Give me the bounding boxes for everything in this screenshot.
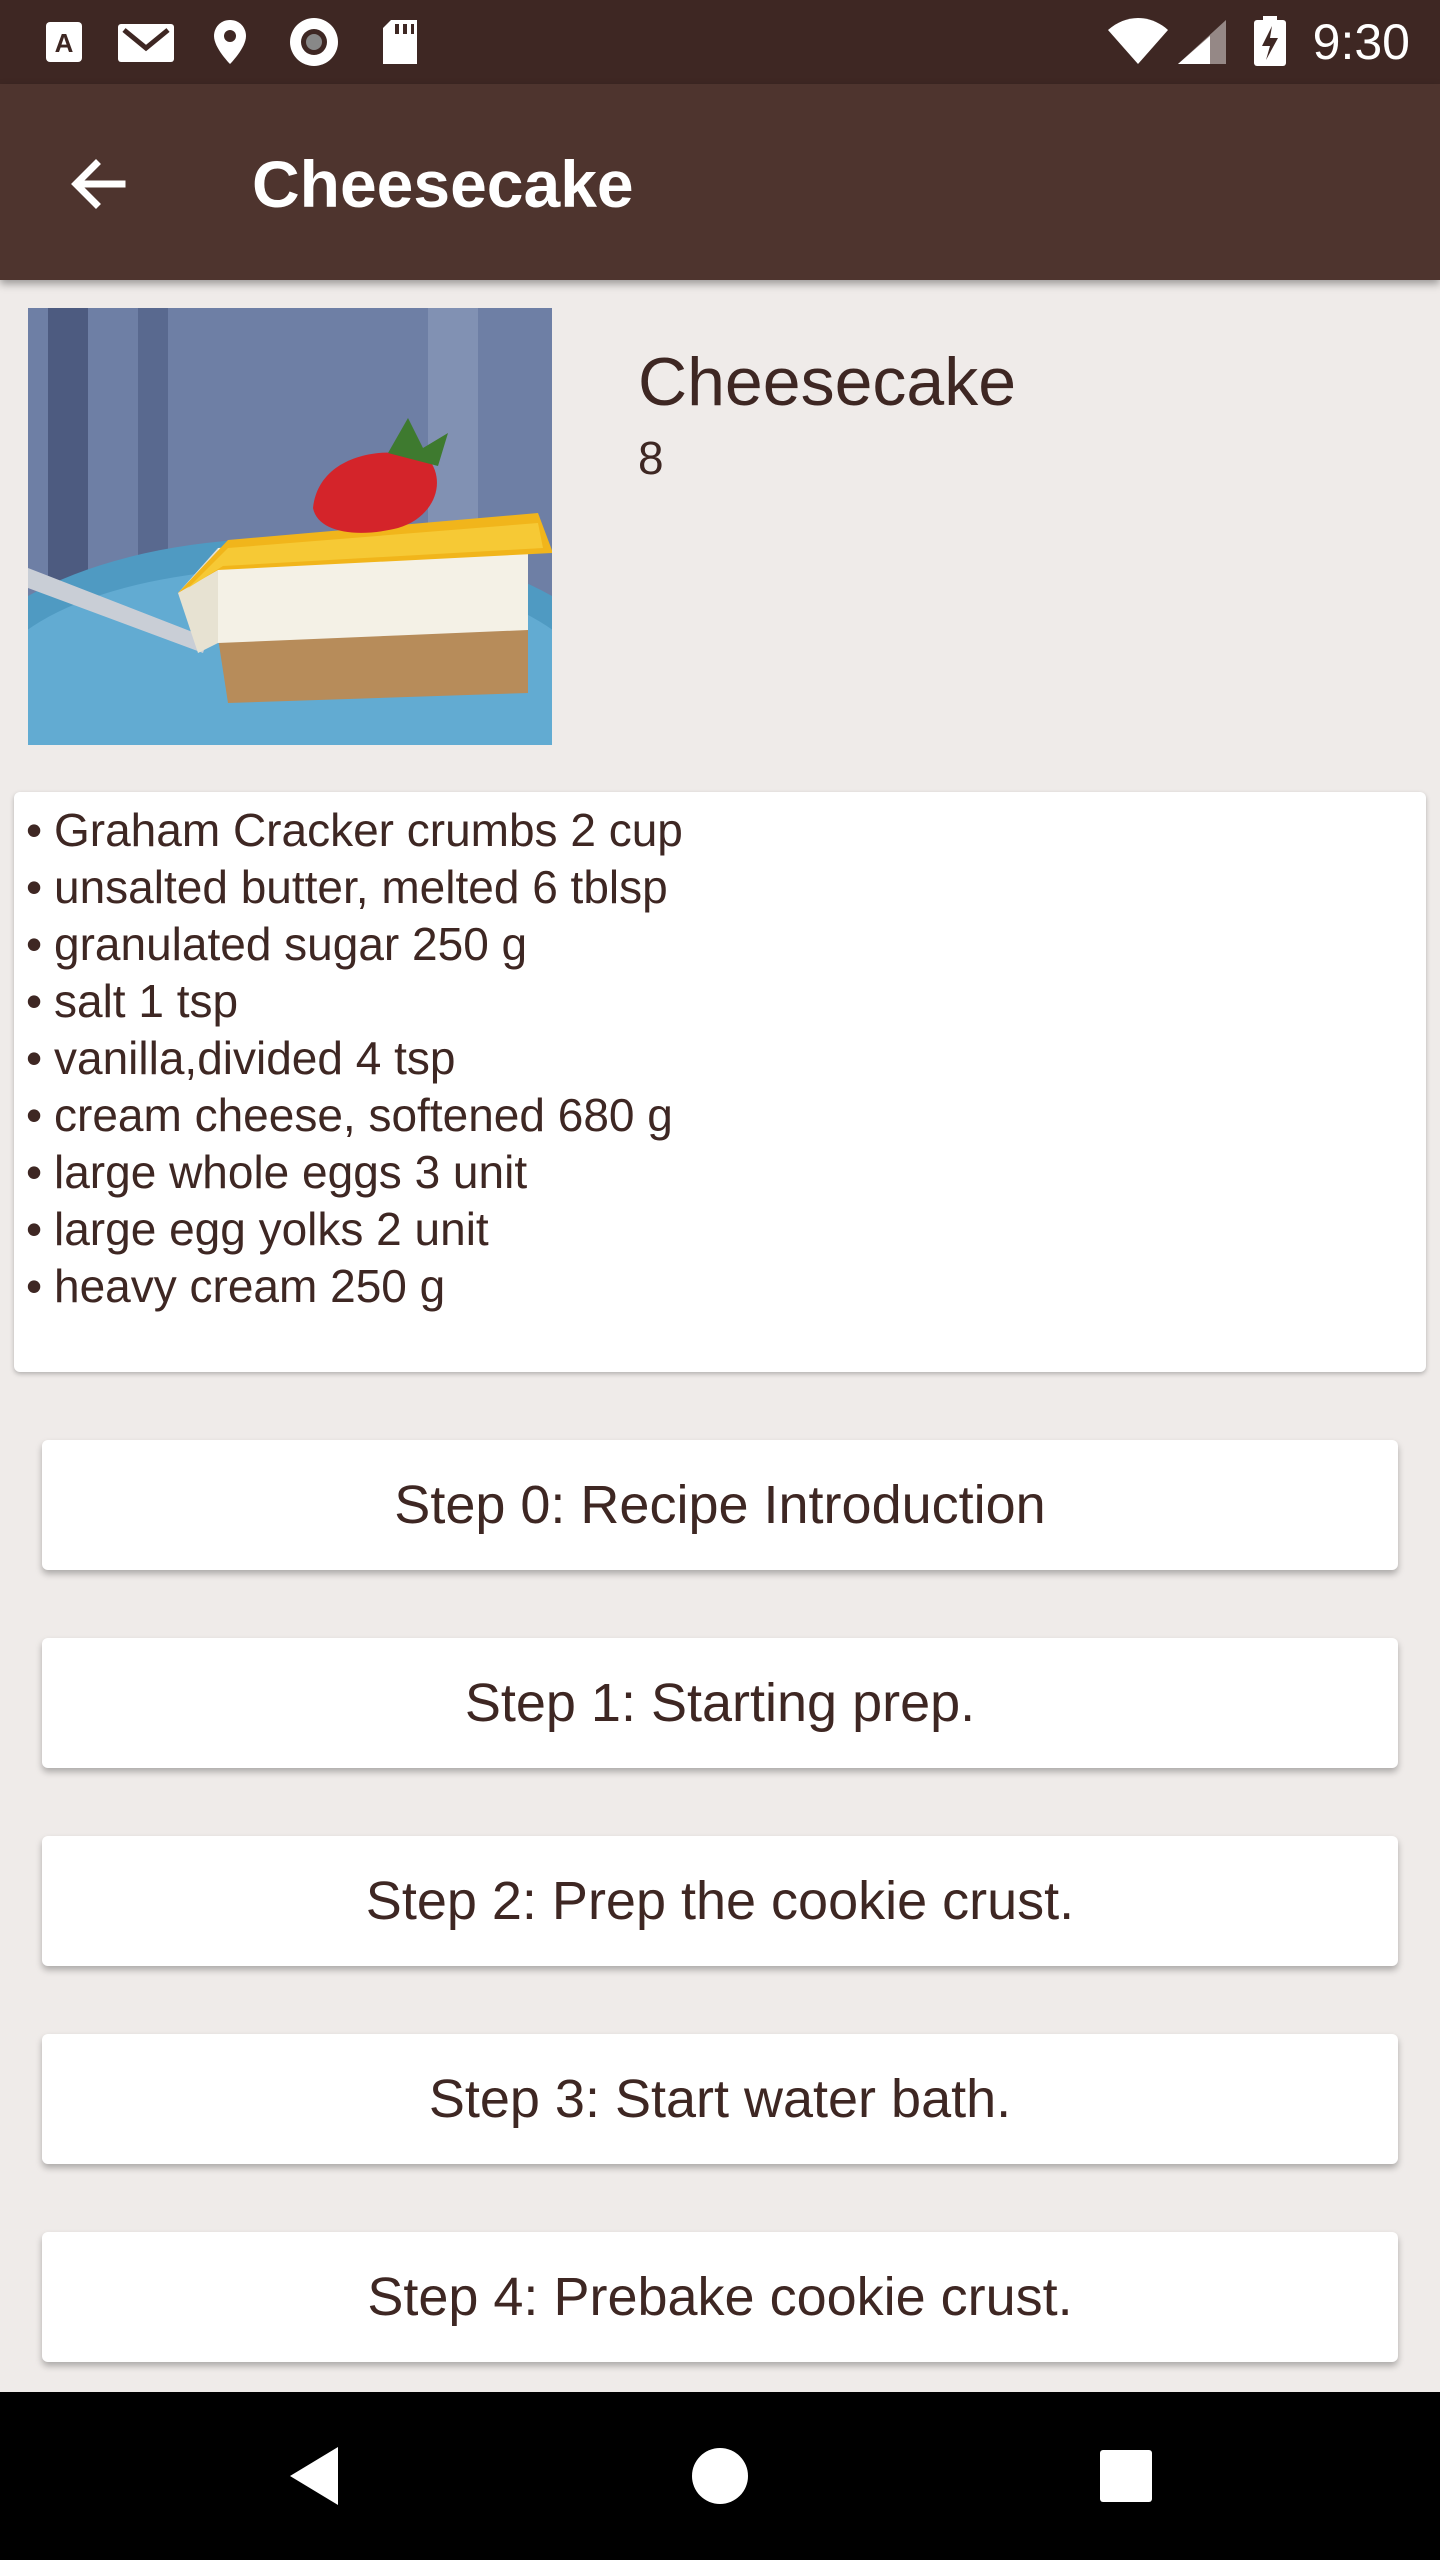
nav-home-icon[interactable]	[670, 2426, 770, 2526]
ingredients-list: • Graham Cracker crumbs 2 cup • unsalted b…	[14, 792, 1426, 1315]
ingredient-item: • granulated sugar 250 g	[26, 918, 528, 970]
recipe-name: Cheesecake	[638, 344, 1017, 420]
arrow-back-icon[interactable]	[58, 144, 138, 224]
wifi-icon	[1106, 18, 1170, 64]
nav-recents-icon[interactable]	[1076, 2426, 1176, 2526]
nav-bar	[0, 2392, 1440, 2560]
status-time: 9:30	[1312, 14, 1410, 70]
ingredient-item: • unsalted butter, melted 6 tblsp	[26, 861, 668, 913]
text-recognition-icon: A	[42, 20, 86, 64]
ingredient-item: • vanilla,divided 4 tsp	[26, 1032, 456, 1084]
ingredient-item: • large egg yolks 2 unit	[26, 1203, 489, 1255]
recipe-servings: 8	[638, 432, 664, 484]
svg-text:A: A	[55, 28, 74, 58]
ingredient-item: • Graham Cracker crumbs 2 cup	[26, 804, 683, 856]
cell-signal-icon	[1176, 20, 1228, 64]
step-button-2[interactable]: Step 2: Prep the cookie crust.	[42, 1836, 1398, 1966]
ingredient-item: • large whole eggs 3 unit	[26, 1146, 528, 1198]
ingredient-item: • salt 1 tsp	[26, 975, 239, 1027]
recipe-image	[28, 308, 552, 745]
step-button-0[interactable]: Step 0: Recipe Introduction	[42, 1440, 1398, 1570]
location-pin-icon	[208, 20, 252, 64]
page-title: Cheesecake	[252, 147, 634, 221]
battery-charging-icon	[1250, 16, 1290, 66]
nav-back-icon[interactable]	[264, 2426, 364, 2526]
step-button-3[interactable]: Step 3: Start water bath.	[42, 2034, 1398, 2164]
gmail-icon	[116, 20, 176, 64]
ingredient-item: • cream cheese, softened 680 g	[26, 1089, 673, 1141]
status-bar: A 9:30	[0, 0, 1440, 84]
app-bar: Cheesecake	[0, 84, 1440, 280]
step-button-4[interactable]: Step 4: Prebake cookie crust.	[42, 2232, 1398, 2362]
record-icon	[288, 18, 340, 66]
step-button-1[interactable]: Step 1: Starting prep.	[42, 1638, 1398, 1768]
ingredient-item: • heavy cream 250 g	[26, 1260, 446, 1312]
sd-card-icon	[378, 20, 422, 64]
ingredients-card: • Graham Cracker crumbs 2 cup • unsalted b…	[14, 792, 1426, 1372]
